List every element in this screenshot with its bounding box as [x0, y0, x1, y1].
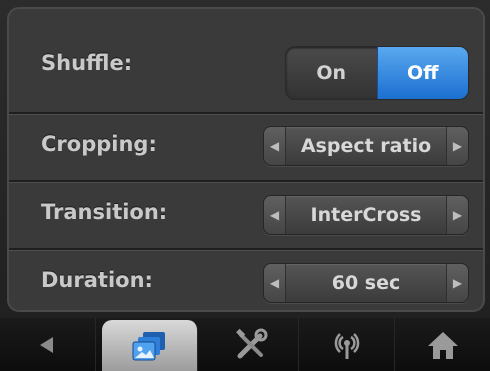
duration-next-button[interactable]: ▶: [446, 264, 468, 302]
transition-value: InterCross: [310, 204, 422, 226]
shuffle-off-button[interactable]: Off: [376, 47, 468, 99]
chevron-right-icon: ▶: [452, 276, 463, 290]
tools-icon: [236, 328, 268, 358]
bottom-tab-bar: [0, 318, 490, 371]
chevron-right-icon: ▶: [452, 208, 463, 222]
tab-back[interactable]: [0, 318, 96, 371]
cropping-row: Cropping: ◀ Aspect ratio ▶: [9, 112, 483, 180]
cropping-spinner: ◀ Aspect ratio ▶: [263, 126, 469, 166]
tab-tools[interactable]: [204, 318, 300, 371]
transition-next-button[interactable]: ▶: [446, 196, 468, 234]
transition-row: Transition: ◀ InterCross ▶: [9, 180, 483, 248]
tab-home[interactable]: [395, 318, 490, 371]
shuffle-on-button[interactable]: On: [286, 47, 377, 99]
shuffle-row: Shuffle: On Off: [9, 9, 483, 112]
duration-spinner: ◀ 60 sec ▶: [263, 263, 469, 303]
cropping-prev-button[interactable]: ◀: [264, 127, 286, 165]
back-arrow-icon: [40, 336, 54, 353]
shuffle-toggle[interactable]: On Off: [285, 46, 469, 100]
cropping-value: Aspect ratio: [300, 135, 432, 157]
chevron-left-icon: ◀: [269, 276, 280, 290]
chevron-left-icon: ◀: [269, 139, 280, 153]
tab-slideshow[interactable]: [101, 320, 198, 371]
duration-prev-button[interactable]: ◀: [264, 264, 286, 302]
transition-spinner: ◀ InterCross ▶: [263, 195, 469, 235]
chevron-right-icon: ▶: [452, 139, 463, 153]
duration-value: 60 sec: [331, 272, 401, 294]
chevron-left-icon: ◀: [269, 208, 280, 222]
duration-row: Duration: ◀ 60 sec ▶: [9, 248, 483, 310]
transition-label: Transition:: [41, 200, 168, 224]
slideshow-icon: [132, 331, 166, 360]
cropping-label: Cropping:: [41, 132, 157, 156]
settings-screen: Shuffle: On Off Cropping: ◀ Aspect ratio…: [0, 0, 490, 371]
home-icon: [427, 331, 458, 359]
wireless-icon: [334, 332, 360, 359]
cropping-next-button[interactable]: ▶: [446, 127, 468, 165]
shuffle-label: Shuffle:: [41, 51, 133, 75]
settings-panel: Shuffle: On Off Cropping: ◀ Aspect ratio…: [7, 7, 485, 312]
transition-prev-button[interactable]: ◀: [264, 196, 286, 234]
duration-label: Duration:: [41, 268, 153, 292]
tab-wireless[interactable]: [299, 318, 396, 371]
